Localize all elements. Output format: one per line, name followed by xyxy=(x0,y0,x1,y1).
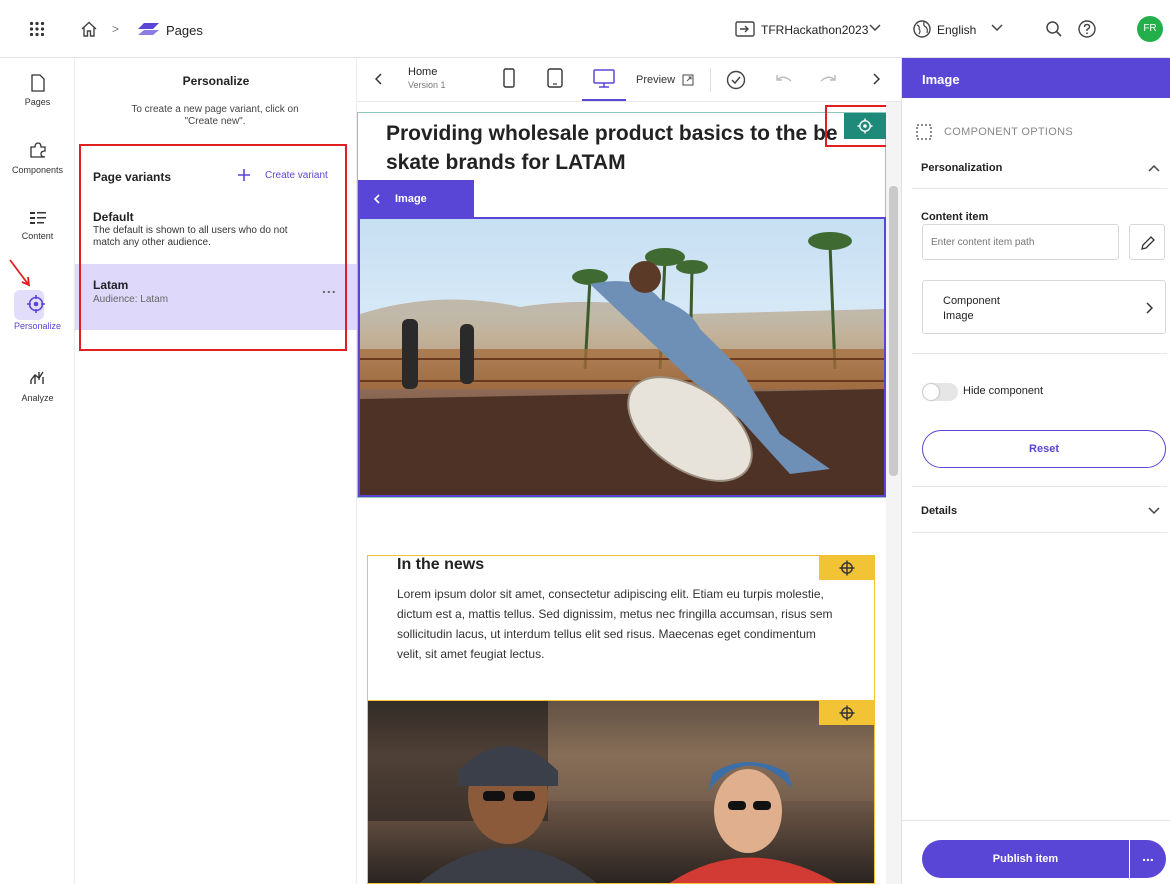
nav-label: Content xyxy=(21,231,54,241)
component-options-icon xyxy=(916,124,932,140)
component-label: Component xyxy=(943,295,1000,307)
puzzle-icon xyxy=(29,142,46,158)
properties-panel: Image COMPONENT OPTIONS Personalization … xyxy=(901,58,1170,884)
panel-hint: To create a new page variant, click on "… xyxy=(131,104,299,127)
search-icon[interactable] xyxy=(1045,20,1063,38)
nav-item-analyze[interactable]: Analyze xyxy=(0,368,75,403)
canvas-scrollbar[interactable] xyxy=(886,102,901,884)
news-image[interactable] xyxy=(367,701,875,884)
target-icon xyxy=(839,560,855,576)
editor-canvas: Home Version 1 Preview Providing wholesa… xyxy=(357,58,901,884)
page-name[interactable]: Home xyxy=(408,66,437,78)
tablet-view-icon[interactable] xyxy=(547,68,563,88)
top-bar: > Pages TFRHackathon2023 English FR xyxy=(0,0,1170,58)
chevron-down-icon[interactable] xyxy=(869,24,881,32)
hero-headline: Providing wholesale product basics to th… xyxy=(386,122,838,174)
image-component-tab[interactable]: Image xyxy=(358,180,474,217)
nav-item-content[interactable]: Content xyxy=(0,210,75,241)
content-item-input[interactable] xyxy=(922,224,1119,260)
pages-logo-icon xyxy=(138,22,160,36)
page-icon xyxy=(30,74,45,92)
chevron-left-icon xyxy=(373,194,380,204)
personalization-label[interactable]: Personalization xyxy=(921,162,1002,174)
news-title: In the news xyxy=(397,556,485,573)
nav-label: Personalize xyxy=(13,321,62,331)
left-nav: Pages Components Content Personalize Ana… xyxy=(0,58,75,884)
personalize-marker[interactable] xyxy=(819,556,875,580)
component-selector[interactable]: Component Image xyxy=(922,280,1166,334)
breadcrumb-separator: > xyxy=(112,22,120,36)
nav-label: Components xyxy=(11,165,64,175)
pencil-icon xyxy=(1141,236,1155,250)
nav-item-personalize[interactable]: Personalize xyxy=(0,290,75,338)
page-version: Version 1 xyxy=(408,80,446,90)
home-icon[interactable] xyxy=(80,20,98,38)
section-label: COMPONENT OPTIONS xyxy=(944,126,1073,138)
edit-button[interactable] xyxy=(1129,224,1165,260)
reset-button[interactable]: Reset xyxy=(922,430,1166,468)
panel-header: Image xyxy=(902,58,1170,98)
content-item-field[interactable] xyxy=(931,233,1111,251)
chevron-right-icon[interactable] xyxy=(872,73,880,85)
chevron-right-icon xyxy=(1146,302,1153,314)
chevron-down-icon[interactable] xyxy=(991,24,1003,32)
mobile-view-icon[interactable] xyxy=(503,68,515,88)
redo-icon[interactable] xyxy=(819,73,837,85)
hero-section[interactable]: Providing wholesale product basics to th… xyxy=(357,105,893,498)
list-icon xyxy=(29,212,46,224)
hide-component-label: Hide component xyxy=(963,385,1044,397)
panel-title: Personalize xyxy=(182,74,250,88)
chevron-up-icon[interactable] xyxy=(1148,164,1160,172)
analyze-icon xyxy=(29,371,44,384)
scrollbar-thumb[interactable] xyxy=(889,186,898,476)
publish-more-button[interactable]: ... xyxy=(1130,840,1166,878)
target-icon xyxy=(839,705,855,721)
chevron-down-icon[interactable] xyxy=(1148,507,1160,515)
desktop-view-icon[interactable] xyxy=(582,58,626,102)
app-launcher-icon[interactable] xyxy=(29,21,45,37)
component-value: Image xyxy=(943,310,974,322)
preview-button[interactable]: Preview xyxy=(636,74,675,86)
personalize-panel: Personalize To create a new page variant… xyxy=(75,58,357,884)
annotation-box xyxy=(79,144,347,351)
details-label[interactable]: Details xyxy=(921,505,957,517)
help-icon[interactable] xyxy=(1078,20,1096,38)
hide-component-toggle[interactable] xyxy=(922,383,958,401)
nav-label: Pages xyxy=(24,97,51,107)
target-icon xyxy=(27,295,45,313)
nav-item-components[interactable]: Components xyxy=(0,140,75,175)
annotation-box xyxy=(825,105,893,147)
external-link-icon[interactable] xyxy=(682,74,694,86)
news-body: Lorem ipsum dolor sit amet, consectetur … xyxy=(397,587,833,661)
nav-item-pages[interactable]: Pages xyxy=(0,74,75,107)
nav-label: Analyze xyxy=(21,393,54,403)
news-section[interactable]: In the news Lorem ipsum dolor sit amet, … xyxy=(367,555,875,701)
language-selector[interactable]: English xyxy=(937,23,976,37)
avatar[interactable]: FR xyxy=(1137,16,1163,42)
undo-icon[interactable] xyxy=(775,73,793,85)
app-name: Pages xyxy=(166,23,203,38)
globe-icon[interactable] xyxy=(913,20,931,38)
personalize-marker[interactable] xyxy=(819,701,874,725)
site-switch-icon[interactable] xyxy=(735,21,755,37)
editor-toolbar: Home Version 1 Preview xyxy=(357,58,901,102)
chevron-left-icon[interactable] xyxy=(375,73,383,85)
content-item-label: Content item xyxy=(921,211,989,223)
publish-button[interactable]: Publish item xyxy=(922,840,1129,878)
hero-image[interactable] xyxy=(358,217,886,497)
annotation-arrow xyxy=(8,258,33,288)
image-tab-label: Image xyxy=(395,193,427,205)
check-circle-icon[interactable] xyxy=(726,70,746,90)
site-selector[interactable]: TFRHackathon2023 xyxy=(761,23,868,37)
